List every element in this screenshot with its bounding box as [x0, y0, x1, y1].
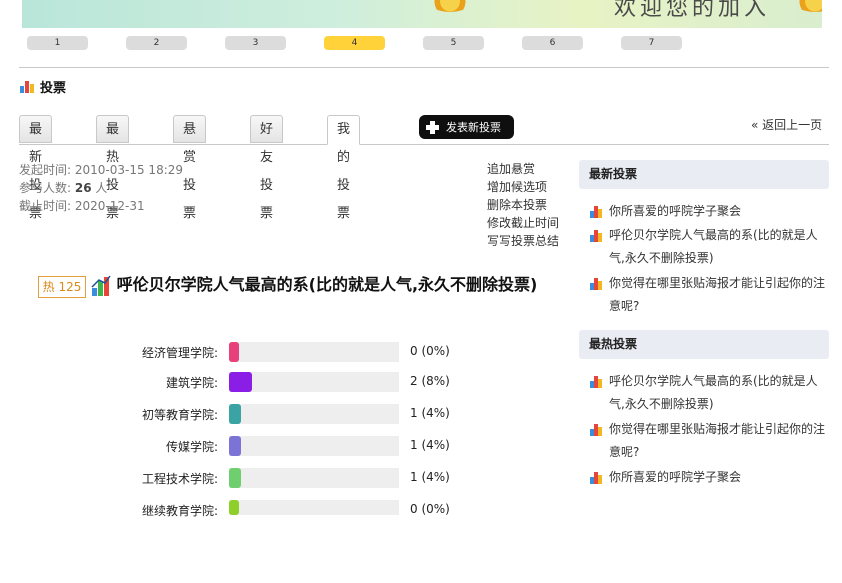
poll-chart-icon — [20, 81, 34, 93]
option-result: 1 (4%) — [410, 406, 450, 420]
divider — [19, 67, 829, 68]
add-bounty-link[interactable]: 追加悬赏 — [487, 160, 535, 177]
poll-chart-icon — [590, 230, 602, 242]
end-time: 截止时间: 2020-12-31 — [19, 197, 145, 214]
option-label: 经济管理学院: — [141, 346, 218, 360]
start-time-value: 2010-03-15 18:29 — [74, 163, 184, 177]
latest-votes-header: 最新投票 — [579, 160, 829, 189]
add-option-link[interactable]: 增加候选项 — [487, 178, 547, 195]
option-label: 传媒学院: — [165, 440, 218, 454]
sidebar-item-label: 你觉得在哪里张贴海报才能让引起你的注意呢? — [609, 276, 826, 313]
participants: 参与人数: 26 人 — [19, 179, 107, 196]
option-bar — [229, 468, 241, 488]
option-bar — [229, 500, 239, 515]
sidebar-item-label: 你所喜爱的呼院学子聚会 — [609, 204, 742, 218]
tab-latest[interactable]: 最新投票 — [19, 115, 53, 221]
poll-chart-icon — [590, 424, 602, 436]
poll-chart-icon — [590, 278, 602, 290]
option-bar — [229, 372, 252, 392]
page-pill-6[interactable]: 6 — [522, 36, 583, 50]
option-result: 1 (4%) — [410, 470, 450, 484]
page-pill-1[interactable]: 1 — [27, 36, 88, 50]
tab-mine[interactable]: 我的投票 — [327, 115, 361, 221]
edit-deadline-link[interactable]: 修改截止时间 — [487, 214, 559, 231]
banner-decoration-icon — [792, 0, 822, 12]
participants-unit: 人 — [95, 181, 108, 195]
sidebar-hottest-item[interactable]: 呼伦贝尔学院人气最高的系(比的就是人气,永久不删除投票) — [589, 370, 829, 416]
banner-decoration-icon — [427, 0, 473, 12]
page-pill-3[interactable]: 3 — [225, 36, 286, 50]
option-track — [229, 404, 399, 424]
end-time-label: 截止时间: — [19, 199, 72, 213]
tab-bounty[interactable]: 悬赏投票 — [173, 115, 207, 221]
sidebar-latest-item[interactable]: 你觉得在哪里张贴海报才能让引起你的注意呢? — [589, 272, 829, 318]
tab-friends[interactable]: 好友投票 — [250, 115, 284, 221]
option-label: 继续教育学院: — [141, 504, 218, 518]
page-pills: 1 2 3 4 5 6 7 — [0, 36, 842, 52]
option-result: 0 (0%) — [410, 344, 450, 358]
page-pill-2[interactable]: 2 — [126, 36, 187, 50]
poll-chart-icon — [91, 275, 111, 296]
write-summary-link[interactable]: 写写投票总结 — [487, 232, 559, 249]
start-time-label: 发起时间: — [19, 163, 72, 177]
option-track — [229, 468, 399, 488]
option-result: 2 (8%) — [410, 374, 450, 388]
page-title: 投票 — [40, 80, 67, 96]
option-label: 工程技术学院: — [141, 472, 218, 486]
poll-chart-icon — [590, 472, 602, 484]
poll-title: 呼伦贝尔学院人气最高的系(比的就是人气,永久不删除投票) — [116, 275, 538, 294]
option-track — [229, 500, 399, 515]
sidebar-item-label: 呼伦贝尔学院人气最高的系(比的就是人气,永久不删除投票) — [609, 374, 818, 411]
option-track — [229, 342, 399, 362]
poll-chart-icon — [590, 376, 602, 388]
option-result: 0 (0%) — [410, 502, 450, 516]
option-track — [229, 372, 399, 392]
end-time-value: 2020-12-31 — [74, 199, 145, 213]
plus-icon — [425, 120, 440, 135]
sidebar-hottest-item[interactable]: 你所喜爱的呼院学子聚会 — [589, 466, 829, 489]
sidebar-latest-item[interactable]: 呼伦贝尔学院人气最高的系(比的就是人气,永久不删除投票) — [589, 224, 829, 270]
tab-hottest[interactable]: 最热投票 — [96, 115, 130, 221]
option-bar — [229, 404, 241, 424]
poll-chart-icon — [590, 206, 602, 218]
option-label: 初等教育学院: — [141, 408, 218, 422]
hot-badge: 热 125 — [38, 276, 86, 298]
new-vote-label: 发表新投票 — [446, 121, 501, 134]
hottest-votes-header: 最热投票 — [579, 330, 829, 359]
page-pill-5[interactable]: 5 — [423, 36, 484, 50]
participants-count: 26 — [74, 181, 92, 195]
option-result: 1 (4%) — [410, 438, 450, 452]
sidebar-item-label: 呼伦贝尔学院人气最高的系(比的就是人气,永久不删除投票) — [609, 228, 818, 265]
delete-vote-link[interactable]: 删除本投票 — [487, 196, 547, 213]
vote-section-header: 投票 — [19, 77, 67, 96]
sidebar-hottest-item[interactable]: 你觉得在哪里张贴海报才能让引起你的注意呢? — [589, 418, 829, 464]
back-link[interactable]: « 返回上一页 — [751, 116, 822, 133]
option-track — [229, 436, 399, 456]
banner-greeting-graphic: 欢迎您的加入 — [613, 0, 770, 21]
participants-label: 参与人数: — [19, 181, 72, 195]
page-pill-4[interactable]: 4 — [324, 36, 385, 50]
option-bar — [229, 342, 239, 362]
start-time: 发起时间: 2010-03-15 18:29 — [19, 161, 183, 178]
page-pill-7[interactable]: 7 — [621, 36, 682, 50]
new-vote-button[interactable]: 发表新投票 — [419, 115, 514, 139]
top-banner: 欢迎您的加入 — [22, 0, 822, 28]
sidebar-item-label: 你所喜爱的呼院学子聚会 — [609, 470, 742, 484]
option-bar — [229, 436, 241, 456]
sidebar-latest-item[interactable]: 你所喜爱的呼院学子聚会 — [589, 200, 829, 223]
tabs-baseline — [19, 144, 829, 145]
sidebar-item-label: 你觉得在哪里张贴海报才能让引起你的注意呢? — [609, 422, 826, 459]
option-label: 建筑学院: — [165, 376, 218, 390]
